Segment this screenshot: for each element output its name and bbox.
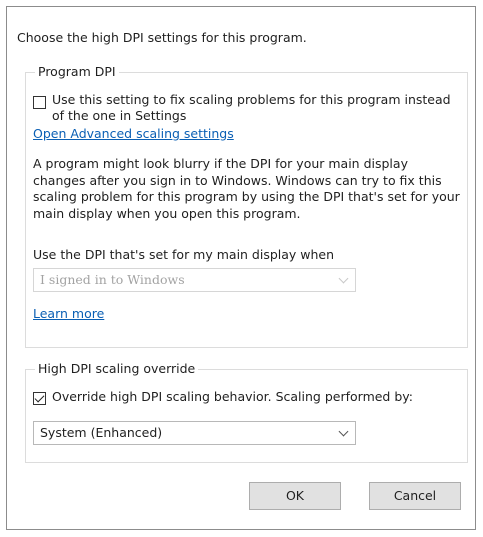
chevron-down-icon: [338, 273, 349, 284]
scaling-performed-by-value: System (Enhanced): [40, 425, 163, 440]
cancel-button[interactable]: Cancel: [369, 482, 461, 510]
program-dpi-description: A program might look blurry if the DPI f…: [33, 156, 460, 221]
scaling-override-legend: High DPI scaling override: [35, 361, 199, 376]
program-dpi-legend: Program DPI: [35, 64, 119, 79]
dialog-intro-text: Choose the high DPI settings for this pr…: [17, 30, 307, 45]
ok-button[interactable]: OK: [249, 482, 341, 510]
chevron-down-icon: [338, 426, 349, 437]
scaling-override-group: [25, 369, 468, 463]
override-scaling-checkbox-label[interactable]: Override high DPI scaling behavior. Scal…: [52, 389, 452, 405]
learn-more-link[interactable]: Learn more: [33, 306, 104, 321]
dpi-select-label: Use the DPI that's set for my main displ…: [33, 247, 335, 262]
open-advanced-scaling-link[interactable]: Open Advanced scaling settings: [33, 126, 234, 141]
override-scaling-checkbox[interactable]: [33, 392, 46, 405]
program-dpi-checkbox-label[interactable]: Use this setting to fix scaling problems…: [52, 92, 452, 124]
dpi-timing-select[interactable]: I signed in to Windows: [33, 268, 356, 292]
program-dpi-checkbox[interactable]: [33, 96, 46, 109]
dpi-timing-select-value: I signed in to Windows: [40, 272, 185, 287]
scaling-performed-by-select[interactable]: System (Enhanced): [33, 421, 356, 445]
